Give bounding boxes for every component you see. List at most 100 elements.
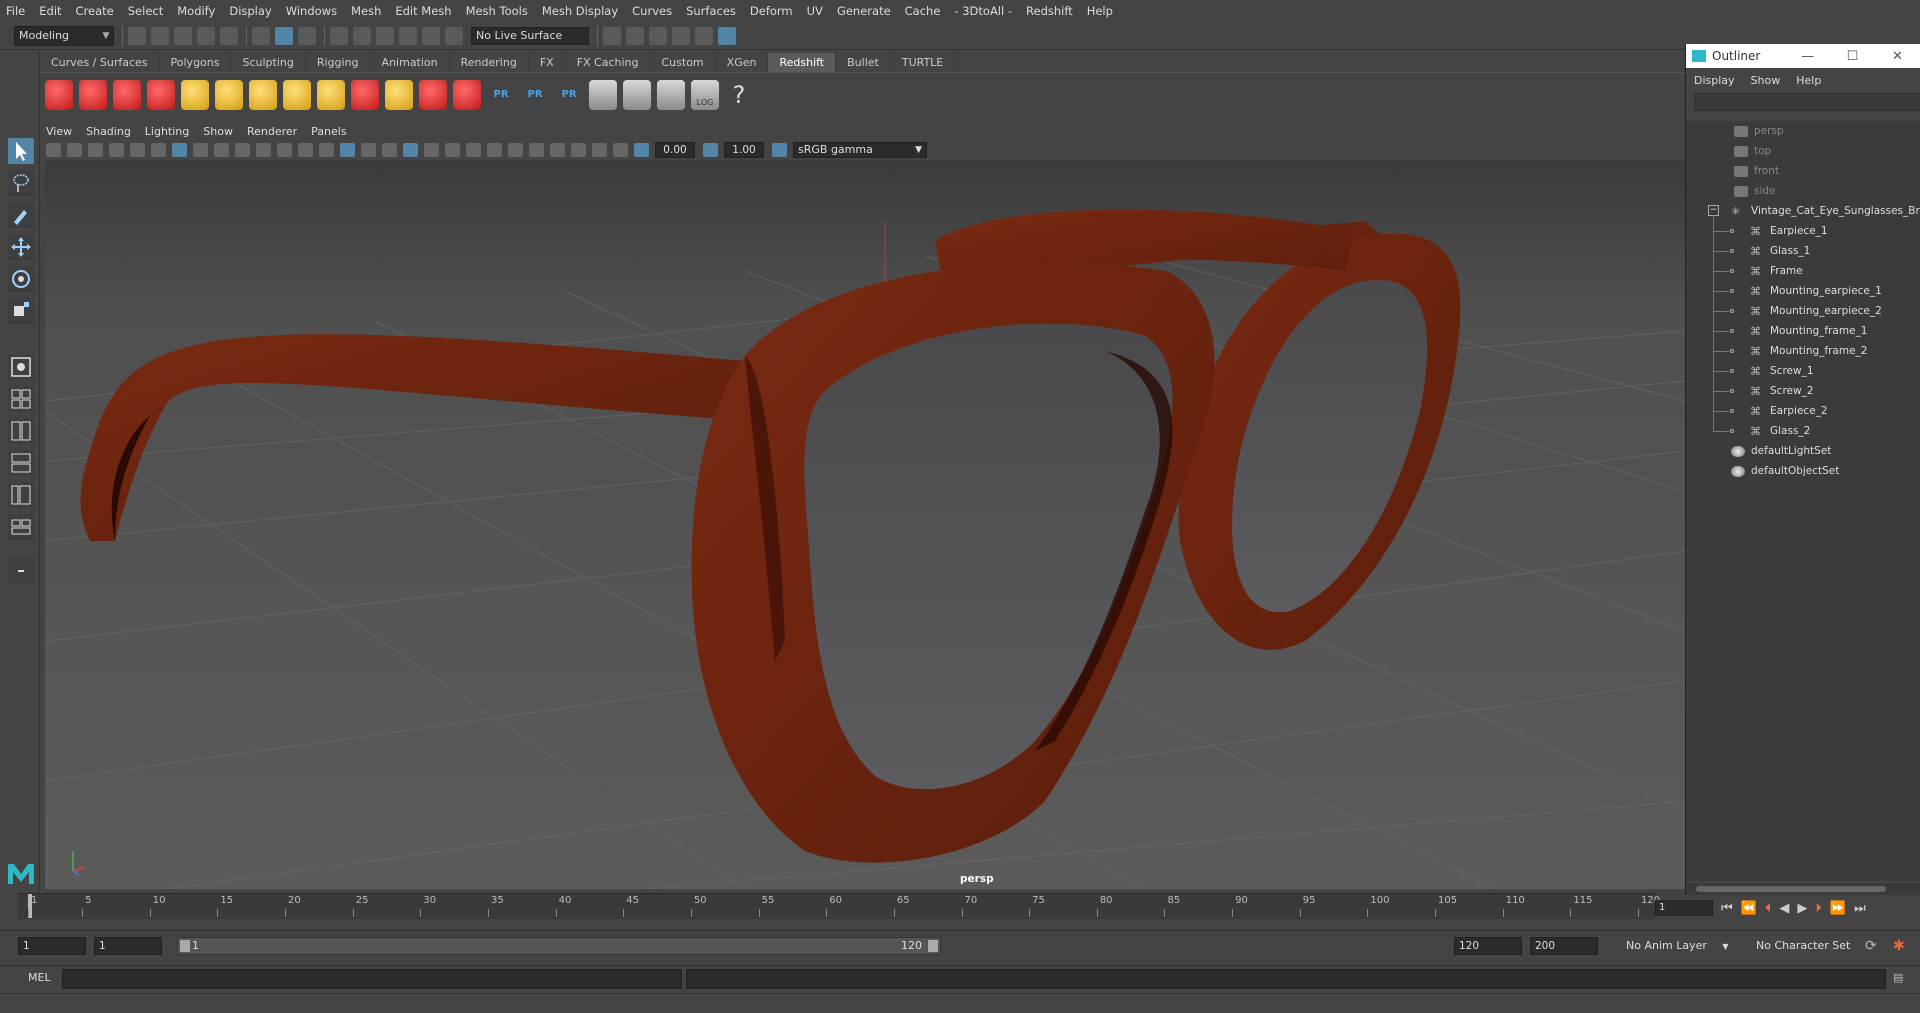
gate-mask-icon[interactable] (235, 143, 250, 157)
snap-vertex-icon[interactable] (445, 26, 463, 45)
open-scene-icon[interactable] (151, 26, 169, 45)
move-tool-icon[interactable] (8, 234, 34, 260)
tab-rendering[interactable]: Rendering (450, 53, 529, 72)
snap-surface-icon[interactable] (422, 26, 440, 45)
scroll-thumb[interactable] (1696, 886, 1886, 892)
tab-animation[interactable]: Animation (371, 53, 450, 72)
tab-polygons[interactable]: Polygons (160, 53, 232, 72)
single-perspective-layout-icon[interactable] (8, 354, 34, 380)
menu-surfaces[interactable]: Surfaces (686, 4, 736, 18)
select-camera-icon[interactable] (46, 143, 61, 157)
outliner-item-mesh[interactable]: ⌘ Earpiece_1 (1750, 221, 1828, 241)
hypershade-icon[interactable] (695, 26, 713, 45)
outliner-item-camera[interactable]: top (1734, 141, 1771, 161)
outliner-item-set[interactable]: defaultObjectSet (1731, 461, 1839, 481)
resolution-gate-icon[interactable] (214, 143, 229, 157)
bookmark-icon[interactable] (88, 143, 103, 157)
persp-graph-layout-icon[interactable] (8, 482, 34, 508)
play-backwards-icon[interactable]: ◀ (1779, 901, 1789, 916)
menu-windows[interactable]: Windows (286, 4, 337, 18)
snap-curve-icon[interactable] (353, 26, 371, 45)
anim-layer-select[interactable]: No Anim Layer ▼ (1626, 937, 1736, 955)
menu-mesh-tools[interactable]: Mesh Tools (466, 4, 528, 18)
rs-box-icon[interactable] (351, 79, 379, 110)
tab-turtle[interactable]: TURTLE (891, 53, 956, 72)
range-slider[interactable]: 1 120 (177, 937, 941, 955)
tab-sculpting[interactable]: Sculpting (231, 53, 306, 72)
camera-toggle-icon[interactable] (718, 26, 736, 45)
playback-start-field[interactable]: 1 (94, 937, 162, 955)
menu-select[interactable]: Select (128, 4, 163, 18)
range-end-handle[interactable] (928, 940, 938, 952)
exposure-field[interactable]: 0.00 (655, 142, 695, 158)
visibility-dot-icon[interactable] (1730, 249, 1734, 253)
shaded-wireframe-icon[interactable] (382, 143, 397, 157)
outliner-horizontal-scrollbar[interactable] (1686, 883, 1920, 895)
exposure-icon[interactable] (634, 143, 649, 157)
outliner-item-mesh[interactable]: ⌘ Glass_1 (1750, 241, 1810, 261)
color-management-icon[interactable] (772, 143, 787, 157)
xray-joints-icon[interactable] (592, 143, 607, 157)
time-slider[interactable]: 1 5 10 15 20 25 30 35 40 45 50 55 60 65 70 75 80 85 90 95 10… (18, 893, 1660, 919)
live-surface-field[interactable]: No Live Surface (471, 26, 589, 45)
anti-aliasing-icon[interactable] (508, 143, 523, 157)
outliner-item-mesh[interactable]: ⌘ Mounting_earpiece_1 (1750, 281, 1882, 301)
code-icon[interactable] (657, 79, 685, 110)
panel-menu-show[interactable]: Show (203, 125, 233, 138)
menu-mesh-display[interactable]: Mesh Display (542, 4, 618, 18)
menu-deform[interactable]: Deform (750, 4, 793, 18)
log-icon[interactable]: LOG (691, 79, 719, 110)
visibility-dot-icon[interactable] (1730, 269, 1734, 273)
menu-edit[interactable]: Edit (39, 4, 61, 18)
outliner-menu-help[interactable]: Help (1796, 74, 1821, 87)
visibility-dot-icon[interactable] (1730, 289, 1734, 293)
pr-swap-icon[interactable]: PR (555, 80, 583, 110)
new-scene-icon[interactable] (128, 26, 146, 45)
menu-create[interactable]: Create (76, 4, 114, 18)
range-start-handle[interactable] (180, 940, 190, 952)
tab-curves-surfaces[interactable]: Curves / Surfaces (40, 53, 160, 72)
rs-grid-icon[interactable] (215, 79, 243, 110)
visibility-dot-icon[interactable] (1730, 329, 1734, 333)
menu-help[interactable]: Help (1087, 4, 1113, 18)
camera-attributes-icon[interactable] (67, 143, 82, 157)
redo-icon[interactable] (220, 26, 238, 45)
step-forward-frame-icon[interactable]: ⏵ (1815, 901, 1822, 916)
select-hierarchy-icon[interactable] (252, 26, 270, 45)
scale-tool-icon[interactable] (8, 298, 34, 324)
outliner-item-mesh[interactable]: ⌘ Frame (1750, 261, 1803, 281)
visibility-dot-icon[interactable] (1730, 229, 1734, 233)
mode-selector[interactable]: Modeling ▼ (14, 25, 114, 46)
select-tool-icon[interactable] (8, 138, 34, 164)
outliner-item-camera[interactable]: persp (1734, 121, 1784, 141)
use-all-lights-icon[interactable] (424, 143, 439, 157)
outliner-item-mesh[interactable]: ⌘ Glass_2 (1750, 421, 1810, 441)
panel-menu-view[interactable]: View (46, 125, 72, 138)
wireframe-icon[interactable] (319, 143, 334, 157)
rv-icon[interactable] (45, 79, 73, 110)
snap-point-icon[interactable] (376, 26, 394, 45)
menu-mesh[interactable]: Mesh (351, 4, 381, 18)
select-component-icon[interactable] (298, 26, 316, 45)
pr-out-icon[interactable]: PR (521, 80, 549, 110)
maximize-icon[interactable]: ☐ (1830, 49, 1875, 64)
menu-uv[interactable]: UV (807, 4, 823, 18)
smooth-shade-icon[interactable] (340, 143, 355, 157)
menu-redshift[interactable]: Redshift (1026, 4, 1073, 18)
outliner-item-mesh[interactable]: ⌘ Screw_2 (1750, 381, 1814, 401)
outliner-item-set[interactable]: defaultLightSet (1731, 441, 1831, 461)
menu-modify[interactable]: Modify (177, 4, 215, 18)
perspective-viewport[interactable]: persp (45, 161, 1685, 889)
view-transform-select[interactable]: sRGB gamma ▼ (793, 142, 927, 158)
ipr-render-icon[interactable] (649, 26, 667, 45)
isolate-select-icon[interactable] (550, 143, 565, 157)
rs-hair-icon[interactable] (385, 79, 413, 110)
rs-sun-icon[interactable] (317, 79, 345, 110)
rs-cone-light-icon[interactable] (249, 79, 277, 110)
visibility-dot-icon[interactable] (1730, 369, 1734, 373)
panel-menu-lighting[interactable]: Lighting (145, 125, 189, 138)
command-language-label[interactable]: MEL (28, 971, 51, 984)
rs-dome-icon[interactable] (283, 79, 311, 110)
outliner-item-camera[interactable]: front (1734, 161, 1779, 181)
tab-fx-caching[interactable]: FX Caching (566, 53, 651, 72)
